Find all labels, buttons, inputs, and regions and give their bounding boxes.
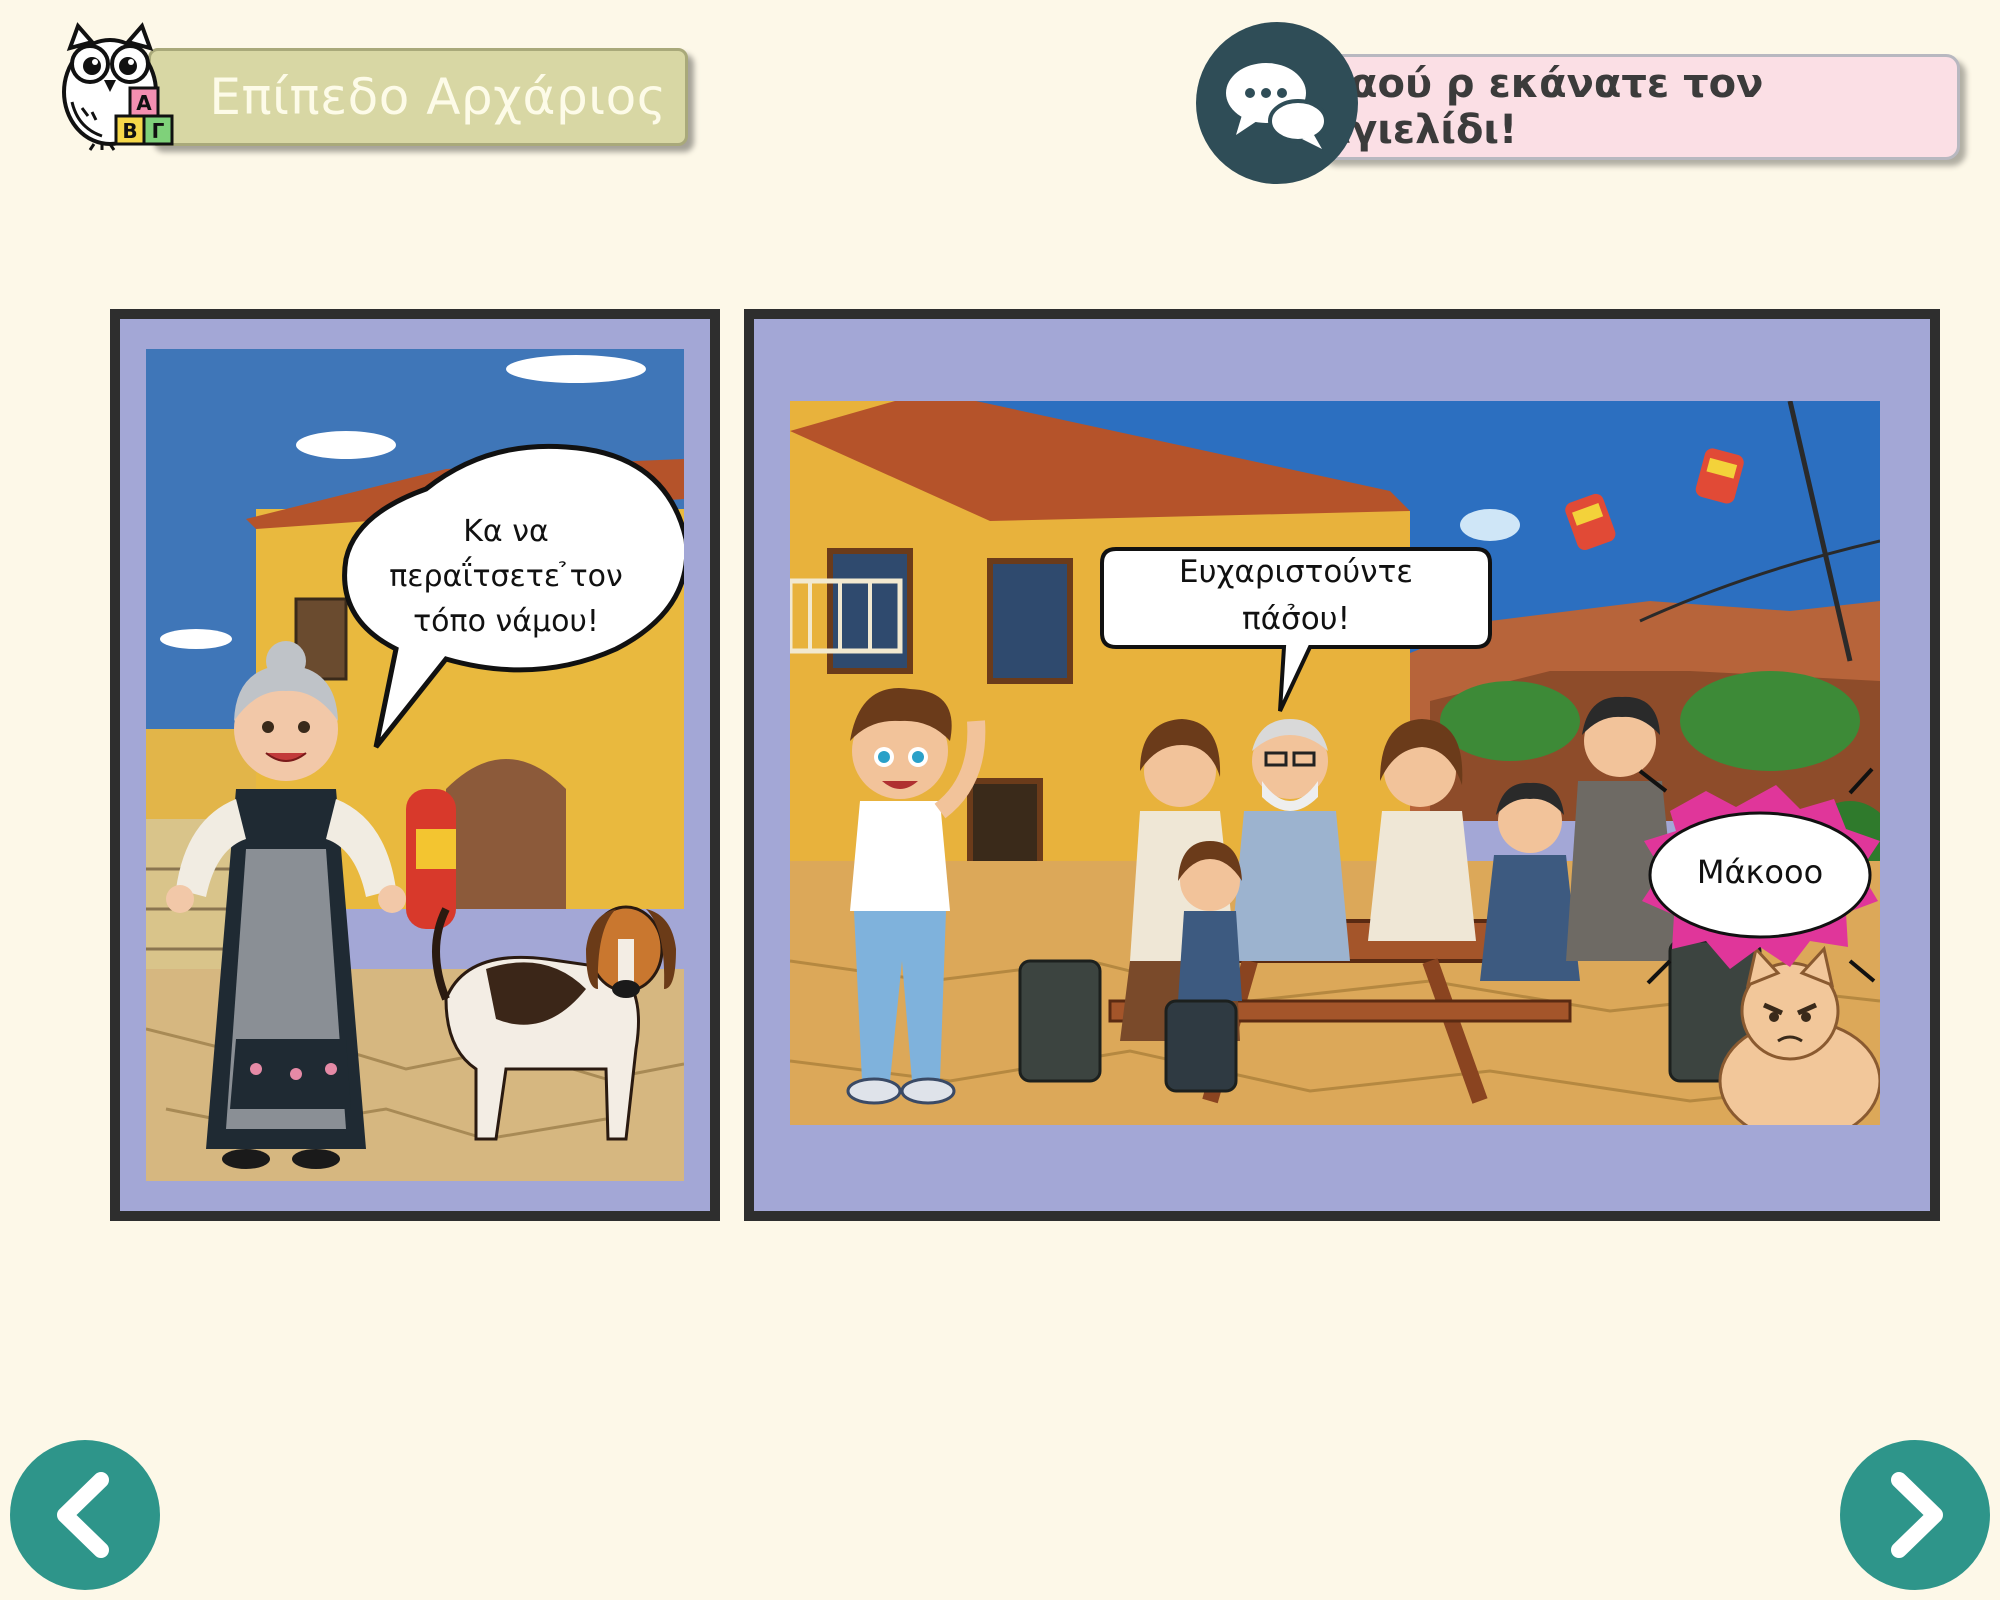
owl-logo-icon: Α Β Γ [48, 18, 188, 152]
level-label: Επίπεδο Αρχάριος [209, 68, 667, 126]
subtitle-pill: Καού ρ εκάνατε τον Αγιελίδι! [1316, 54, 1960, 160]
chat-bubbles-icon [1196, 22, 1358, 184]
comic-panel-left: Κα να περαΐτσετε ̉τον τόπο νάμου! [110, 309, 720, 1221]
previous-page-button[interactable] [10, 1440, 160, 1590]
shout-text: Μάκοοο [1696, 853, 1824, 891]
bubble-line: τόπο νάμου! [413, 604, 599, 639]
suitcase [1018, 959, 1102, 1083]
bubble-line: πάσ̉ου! [1241, 600, 1351, 637]
owl-block-letter-b: Β [122, 119, 137, 143]
bubble-text-grandmother: Κα να περαΐτσετε ̉τον τόπο νάμου! [356, 509, 656, 644]
bubble-line: Κα να [463, 514, 549, 549]
comic-panel-right: Ευχαριστούντε πάσ̉ου! Μάκοοο [744, 309, 1940, 1221]
bubble-text-family: Ευχαριστούντε πάσ̉ου! [1102, 549, 1490, 642]
level-pill: Επίπεδο Αρχάριος [148, 48, 688, 146]
bubble-line: περαΐτσετε ̉τον [389, 559, 623, 594]
next-page-button[interactable] [1840, 1440, 1990, 1590]
village-grandmother-scene: Κα να περαΐτσετε ̉τον τόπο νάμου! [146, 349, 684, 1181]
chevron-right-icon [1891, 1472, 1943, 1558]
owl-block-letter-a: Α [136, 91, 152, 115]
subtitle-text: Καού ρ εκάνατε τον Αγιελίδι! [1319, 61, 1764, 153]
chevron-left-icon [57, 1472, 109, 1558]
level-badge: Επίπεδο Αρχάριος Α Β Γ [48, 18, 698, 151]
subtitle-banner: Καού ρ εκάνατε τον Αγιελίδι! [1196, 22, 1966, 190]
family-square-scene: Ευχαριστούντε πάσ̉ου! Μάκοοο [790, 401, 1880, 1125]
bubble-line: Ευχαριστούντε [1179, 554, 1413, 590]
suitcase [1164, 999, 1238, 1093]
owl-block-letter-c: Γ [152, 119, 165, 143]
